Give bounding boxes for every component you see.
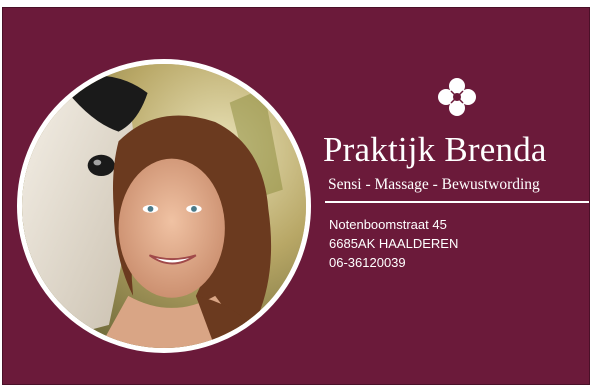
business-card: Praktijk Brenda Sensi - Massage - Bewust… <box>2 7 590 385</box>
tagline: Sensi - Massage - Bewustwording <box>328 176 540 193</box>
street-address: Notenboomstraat 45 <box>329 217 447 232</box>
practice-name: Praktijk Brenda <box>323 130 547 169</box>
four-petal-flower-icon <box>436 76 478 118</box>
contact-info: Notenboomstraat 45 6685AK HAALDEREN 06-3… <box>329 215 458 272</box>
divider <box>325 201 589 203</box>
portrait-photo <box>17 59 311 353</box>
phone-number: 06-36120039 <box>329 255 406 270</box>
postal-city: 6685AK HAALDEREN <box>329 236 459 251</box>
